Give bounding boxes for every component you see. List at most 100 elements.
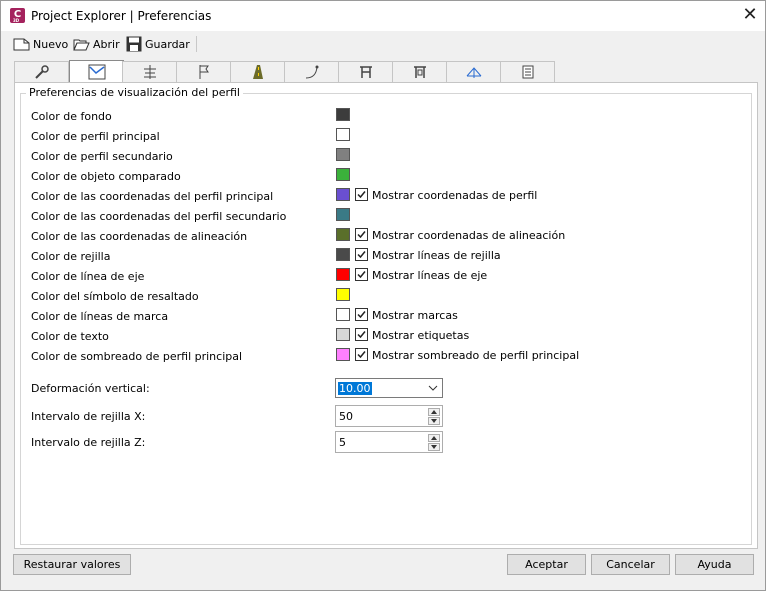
show-option-label: Mostrar marcas	[372, 309, 458, 322]
color-swatch[interactable]	[336, 168, 350, 181]
color-row-label: Color de las coordenadas del perfil prin…	[31, 190, 274, 203]
color-row-label: Color de objeto comparado	[31, 170, 181, 183]
color-swatch[interactable]	[336, 308, 350, 321]
color-swatch[interactable]	[336, 188, 350, 201]
save-button-label: Guardar	[145, 37, 190, 51]
section-icon	[466, 67, 481, 78]
color-swatch[interactable]	[336, 248, 350, 261]
show-option-checkbox[interactable]	[355, 188, 368, 201]
color-swatch[interactable]	[336, 328, 350, 341]
color-row-label: Color de rejilla	[31, 250, 111, 263]
road-icon	[252, 65, 263, 79]
grid-z-label: Intervalo de rejilla Z:	[31, 436, 146, 449]
preferences-window: C 3D Project Explorer | Preferencias ✕ Nu…	[0, 0, 766, 591]
open-button-label: Abrir	[93, 37, 120, 51]
checkmark-icon	[357, 351, 366, 359]
vertical-exaggeration-value: 10.00	[338, 382, 372, 395]
checkmark-icon	[357, 331, 366, 339]
save-icon	[126, 36, 142, 52]
wrench-icon	[34, 65, 49, 79]
color-row-label: Color de líneas de marca	[31, 310, 169, 323]
settings-panel: Preferencias de visualización del perfil…	[14, 82, 758, 549]
color-row-label: Color de sombreado de perfil principal	[31, 350, 243, 363]
show-option-checkbox[interactable]	[355, 268, 368, 281]
color-row-label: Color de las coordenadas del perfil secu…	[31, 210, 287, 223]
tab-profile[interactable]	[69, 60, 124, 83]
grid-x-increment-button[interactable]	[428, 408, 440, 416]
toolbar: Nuevo Abrir Guardar	[1, 31, 765, 57]
accept-button[interactable]: Aceptar	[507, 554, 586, 575]
checkmark-icon	[357, 191, 366, 199]
color-swatch[interactable]	[336, 128, 350, 141]
help-button[interactable]: Ayuda	[675, 554, 754, 575]
grid-x-decrement-button[interactable]	[428, 417, 440, 425]
color-row-label: Color de línea de eje	[31, 270, 145, 283]
profile-icon	[88, 64, 105, 80]
group-title: Preferencias de visualización del perfil	[26, 86, 243, 99]
color-row-label: Color de las coordenadas de alineación	[31, 230, 248, 243]
arrow-down-icon	[431, 445, 437, 449]
tab-sections[interactable]	[446, 61, 501, 82]
checkmark-icon	[357, 271, 366, 279]
vertical-exaggeration-label: Deformación vertical:	[31, 382, 150, 395]
grid-z-increment-button[interactable]	[428, 434, 440, 442]
chevron-down-icon	[428, 385, 438, 391]
show-option-label: Mostrar sombreado de perfil principal	[372, 349, 580, 362]
grid-x-spinner[interactable]: 50	[335, 405, 443, 427]
close-icon: ✕	[742, 4, 758, 25]
color-row-label: Color de fondo	[31, 110, 112, 123]
color-swatch[interactable]	[336, 148, 350, 161]
color-swatch[interactable]	[336, 268, 350, 281]
open-folder-icon	[73, 39, 90, 50]
tab-markers[interactable]	[176, 61, 231, 82]
show-option-checkbox[interactable]	[355, 348, 368, 361]
grid-z-spinner[interactable]: 5	[335, 431, 443, 453]
checkmark-icon	[357, 231, 366, 239]
show-option-checkbox[interactable]	[355, 308, 368, 321]
profile-display-group: Preferencias de visualización del perfil…	[20, 86, 752, 545]
color-swatch[interactable]	[336, 108, 350, 121]
show-option-label: Mostrar líneas de eje	[372, 269, 488, 282]
color-row-label: Color de perfil secundario	[31, 150, 173, 163]
save-button[interactable]: Guardar	[126, 35, 190, 53]
structure-icon	[359, 66, 372, 78]
tab-list[interactable]	[500, 61, 555, 82]
arrow-up-icon	[431, 410, 437, 414]
show-option-checkbox[interactable]	[355, 228, 368, 241]
list-icon	[522, 65, 533, 79]
tab-road[interactable]	[230, 61, 285, 82]
tab-curve[interactable]	[284, 61, 339, 82]
grid-z-decrement-button[interactable]	[428, 443, 440, 451]
arrow-up-icon	[431, 436, 437, 440]
grid-x-label: Intervalo de rejilla X:	[31, 410, 146, 423]
new-button[interactable]: Nuevo	[13, 35, 68, 53]
color-swatch[interactable]	[336, 208, 350, 221]
new-file-icon	[13, 38, 30, 50]
arrow-down-icon	[431, 419, 437, 423]
tab-alignment[interactable]	[122, 61, 177, 82]
color-swatch[interactable]	[336, 348, 350, 361]
window-title: Project Explorer | Preferencias	[31, 9, 212, 23]
close-button[interactable]: ✕	[737, 5, 763, 27]
restore-defaults-button[interactable]: Restaurar valores	[13, 554, 131, 575]
show-option-checkbox[interactable]	[355, 248, 368, 261]
flag-icon	[199, 65, 209, 79]
curve-icon	[305, 65, 318, 79]
app-icon: C 3D	[10, 8, 25, 23]
color-swatch[interactable]	[336, 228, 350, 241]
show-option-checkbox[interactable]	[355, 328, 368, 341]
cancel-button[interactable]: Cancelar	[591, 554, 670, 575]
grid-x-value: 50	[339, 410, 353, 423]
pipe-structure-icon	[413, 66, 426, 78]
open-button[interactable]: Abrir	[73, 35, 120, 53]
vertical-exaggeration-select[interactable]: 10.00	[335, 378, 443, 398]
tab-pipe-structures[interactable]	[392, 61, 447, 82]
color-row-label: Color del símbolo de resaltado	[31, 290, 199, 303]
color-swatch[interactable]	[336, 288, 350, 301]
show-option-label: Mostrar coordenadas de perfil	[372, 189, 538, 202]
color-row-label: Color de perfil principal	[31, 130, 160, 143]
checkmark-icon	[357, 311, 366, 319]
tab-general[interactable]	[14, 61, 69, 82]
color-row-label: Color de texto	[31, 330, 109, 343]
tab-structures[interactable]	[338, 61, 393, 82]
